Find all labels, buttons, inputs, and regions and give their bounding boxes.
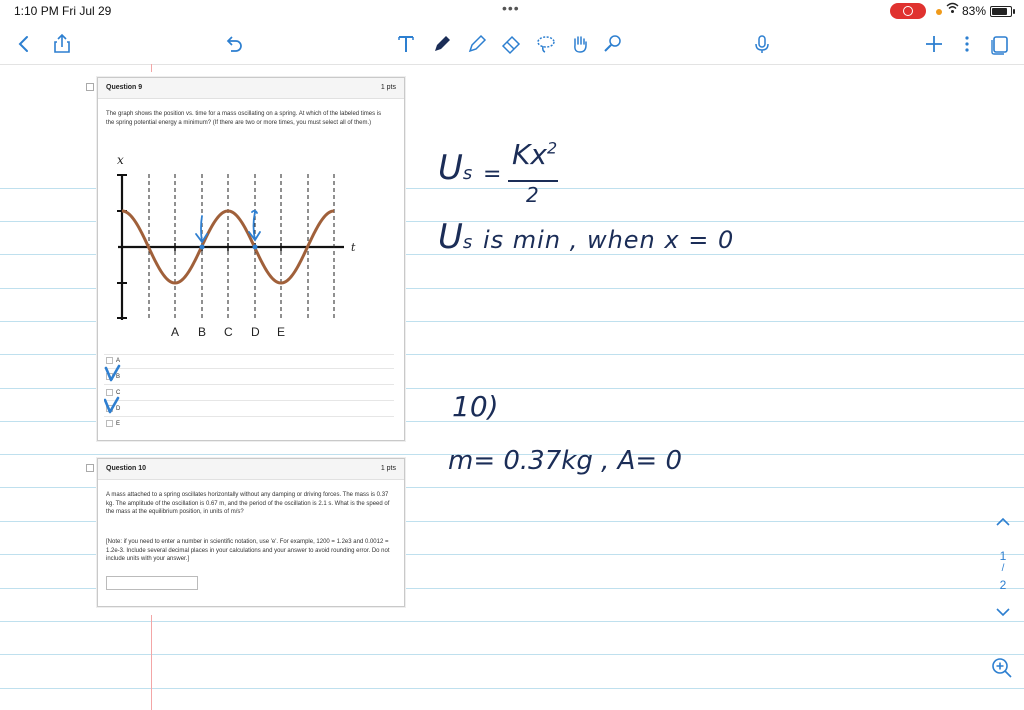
tick-label-D: D (251, 325, 260, 339)
graph-y-label: x (117, 153, 124, 167)
eq-denominator: 2 (526, 183, 539, 207)
eq-us-symbol: Us (438, 148, 473, 188)
share-icon[interactable] (50, 32, 74, 56)
line2-us-symbol: Us (438, 217, 473, 257)
option-E[interactable]: E (106, 420, 120, 427)
flag-question-9-icon[interactable] (86, 83, 94, 91)
battery-icon (990, 6, 1015, 17)
position-time-graph: x t A B C D E (117, 153, 356, 339)
option-E-checkbox[interactable] (106, 420, 113, 427)
question-10-text: A mass attached to a spring oscillates h… (106, 492, 390, 515)
battery-percent: 83% (962, 4, 987, 18)
microphone-icon[interactable] (750, 32, 774, 56)
question-9-header: Question 9 1 pts (98, 78, 404, 99)
question-9-text: The graph shows the position vs. time fo… (106, 111, 382, 126)
lasso-icon[interactable] (534, 32, 558, 56)
highlighter-icon[interactable] (465, 32, 489, 56)
question-9-title: Question 9 (106, 84, 143, 91)
tick-label-A: A (171, 325, 179, 339)
hand-icon[interactable] (568, 32, 592, 56)
page-total: 2 (999, 578, 1007, 592)
back-icon[interactable] (12, 32, 36, 56)
question-10-points: 1 pts (380, 465, 396, 472)
text-tool-icon[interactable] (394, 32, 418, 56)
tick-label-C: C (224, 325, 233, 339)
tick-label-B: B (198, 325, 206, 339)
line2-text: is min , when x = 0 (483, 226, 735, 254)
check-marks (104, 364, 121, 414)
graph-x-label: t (351, 241, 356, 254)
question-10-title: Question 10 (106, 465, 147, 472)
mic-indicator-icon (936, 9, 942, 15)
eq-numerator: Kx2 (512, 138, 558, 171)
question-10-note: [Note: if you need to enter a number in … (106, 539, 390, 562)
answer-input[interactable] (106, 576, 198, 590)
question-10-card: Question 10 1 pts A mass attached to a s… (97, 458, 405, 607)
page-separator: / (1001, 563, 1005, 574)
more-icon[interactable] (955, 32, 979, 56)
q10-work-line: m= 0.37kg , A= 0 (448, 446, 682, 476)
multitasking-dots[interactable]: ••• (502, 0, 520, 16)
flag-question-10-icon[interactable] (86, 464, 94, 472)
add-icon[interactable] (922, 32, 946, 56)
shape-icon[interactable] (601, 32, 625, 56)
undo-icon[interactable] (222, 32, 246, 56)
eraser-icon[interactable] (499, 32, 523, 56)
eq-equals: = (483, 162, 502, 187)
option-A-checkbox[interactable] (106, 357, 113, 364)
status-date: Fri Jul 29 (62, 4, 112, 18)
toolbar (0, 24, 1024, 65)
page-up-icon[interactable] (990, 516, 1016, 530)
pages-icon[interactable] (988, 32, 1012, 56)
question-10-header: Question 10 1 pts (98, 459, 404, 480)
status-bar: 1:10 PM Fri Jul 29 ••• 83% (0, 0, 1024, 22)
q10-label: 10) (452, 390, 499, 423)
question-9-card: Question 9 1 pts The graph shows the pos… (97, 77, 405, 441)
question-9-points: 1 pts (380, 84, 396, 91)
screen-recording-icon[interactable] (890, 3, 926, 19)
page-current: 1 (999, 549, 1007, 563)
tick-label-E: E (277, 325, 285, 339)
page-down-icon[interactable] (990, 606, 1016, 620)
fraction-bar (508, 180, 558, 182)
pen-icon[interactable] (430, 32, 454, 56)
status-time: 1:10 PM (14, 4, 59, 18)
zoom-icon[interactable] (990, 656, 1014, 680)
wifi-icon (946, 2, 959, 17)
